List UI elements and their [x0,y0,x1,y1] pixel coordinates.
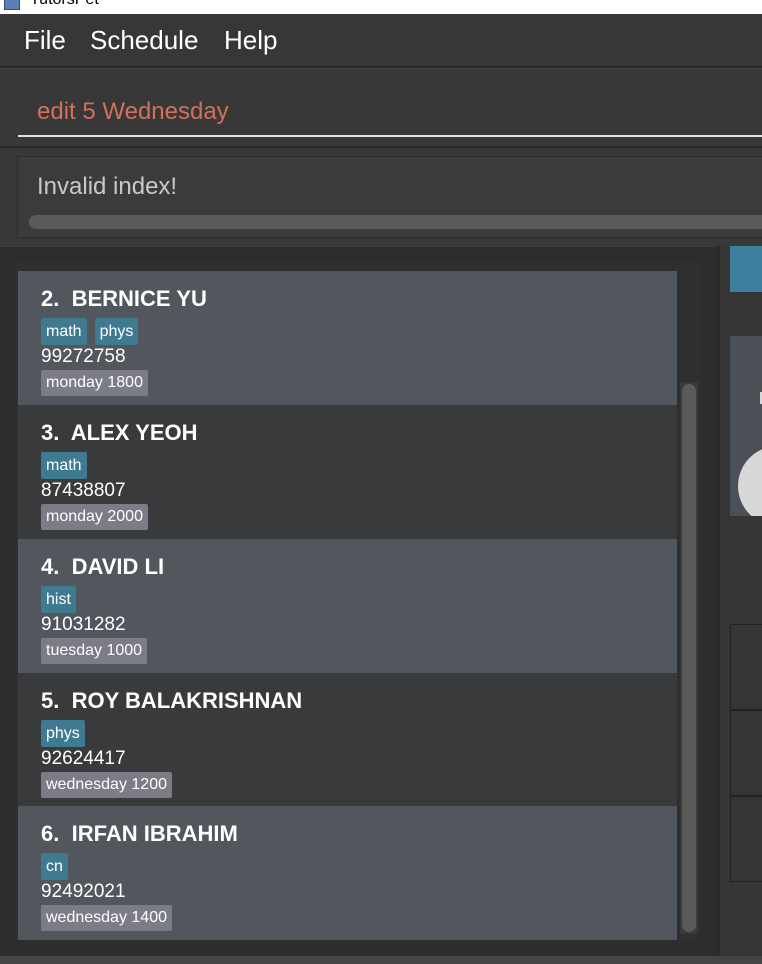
student-card[interactable]: 6. IRFAN IBRAHIM cn 92492021 wednesday 1… [18,806,677,940]
student-name: 6. IRFAN IBRAHIM [41,821,238,846]
student-phone: 91031282 [41,614,126,635]
schedule-badge: tuesday 1000 [41,638,148,664]
avatar-silhouette [738,446,762,516]
detail-panel [718,246,762,956]
detail-row [730,624,762,710]
detail-row [730,796,762,882]
student-list-panel: 2. BERNICE YU math phys 99272758 monday … [0,246,716,956]
subject-tag: hist [41,586,76,613]
status-bar [0,956,762,964]
window-title: TutorsPet [30,0,99,9]
subject-tag: phys [41,720,85,747]
student-phone: 87438807 [41,480,126,501]
subject-tag: math [41,318,87,345]
schedule-badge: wednesday 1200 [41,772,172,798]
student-name: 4. DAVID LI [41,554,165,579]
schedule-badge: monday 2000 [41,504,148,530]
menu-file[interactable]: File [24,25,66,56]
tag-list: hist [41,586,76,613]
tag-list: math [41,452,87,479]
subject-tag: cn [41,853,68,880]
student-name: 2. BERNICE YU [41,286,207,311]
result-message: Invalid index! [37,173,178,200]
detail-row [730,710,762,796]
student-card[interactable]: 2. BERNICE YU math phys 99272758 monday … [18,271,677,405]
menu-bar: File Schedule Help [0,14,762,68]
tag-list: phys [41,720,85,747]
command-box [0,68,762,146]
subject-tag: math [41,452,87,479]
result-text-area: Invalid index! [17,156,762,238]
student-phone: 92624417 [41,748,126,769]
command-input[interactable] [18,87,762,137]
avatar [730,336,762,516]
student-card[interactable]: 4. DAVID LI hist 91031282 tuesday 1000 [18,539,677,673]
student-name: 5. ROY BALAKRISHNAN [41,688,303,713]
menu-help[interactable]: Help [224,25,277,56]
student-card[interactable]: 3. ALEX YEOH math 87438807 monday 2000 [18,405,677,539]
list-scrollbar-thumb[interactable] [682,384,696,932]
schedule-badge: wednesday 1400 [41,905,172,931]
tag-list: cn [41,853,68,880]
student-name: 3. ALEX YEOH [41,420,198,445]
schedule-badge: monday 1800 [41,370,148,396]
subject-tag: phys [94,318,139,345]
student-card[interactable]: 5. ROY BALAKRISHNAN phys 92624417 wednes… [18,673,677,807]
result-display: Invalid index! [0,146,762,246]
result-horizontal-scrollbar[interactable] [29,215,762,229]
tag-list: math phys [41,318,139,345]
student-phone: 99272758 [41,346,126,367]
menu-schedule[interactable]: Schedule [90,25,198,56]
detail-tab[interactable] [730,246,762,292]
student-phone: 92492021 [41,881,126,902]
window-titlebar: TutorsPet [0,0,762,14]
app-icon [4,0,20,10]
student-list: 2. BERNICE YU math phys 99272758 monday … [16,261,701,941]
